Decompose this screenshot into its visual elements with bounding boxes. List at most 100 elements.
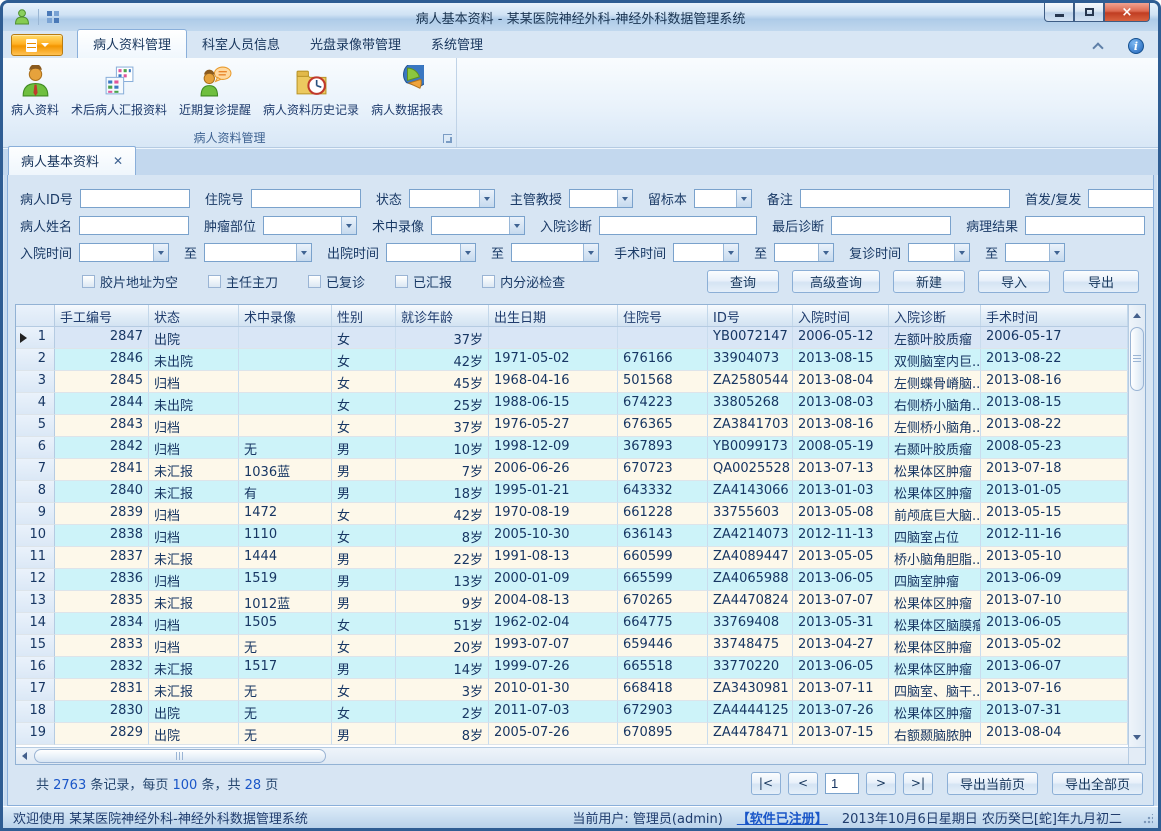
admission-diagnosis-input[interactable] bbox=[599, 216, 757, 235]
last-page-button[interactable]: >| bbox=[903, 772, 933, 795]
tab-close-icon[interactable]: ✕ bbox=[113, 155, 123, 167]
table-row[interactable]: 42844未出院女25岁1988-06-15674223338052682013… bbox=[16, 393, 1128, 415]
table-row[interactable]: 152833归档无女20岁1993-07-0765944633748475201… bbox=[16, 635, 1128, 657]
revisit-date-from[interactable] bbox=[908, 243, 970, 262]
column-header[interactable]: 术中录像 bbox=[239, 305, 332, 326]
vertical-scrollbar[interactable] bbox=[1128, 305, 1145, 747]
revisit-date-to[interactable] bbox=[1005, 243, 1065, 262]
film-address-empty-checkbox[interactable] bbox=[82, 275, 95, 288]
dialog-launcher-icon[interactable] bbox=[443, 134, 452, 143]
intraop-video-select[interactable] bbox=[431, 216, 525, 235]
vertical-scroll-thumb[interactable] bbox=[1130, 327, 1144, 391]
status-select[interactable] bbox=[409, 189, 495, 208]
column-header[interactable]: 入院诊断 bbox=[889, 305, 981, 326]
column-header[interactable]: ID号 bbox=[708, 305, 793, 326]
table-row[interactable]: 102838归档1110女8岁2005-10-30636143ZA4214073… bbox=[16, 525, 1128, 547]
first-recurrence-select[interactable] bbox=[1088, 189, 1154, 208]
patient-data-button[interactable]: 病人资料 bbox=[5, 62, 65, 121]
endocrine-exam-checkbox[interactable] bbox=[482, 275, 495, 288]
table-row[interactable]: 142834归档1505女51岁1962-02-0466477533769408… bbox=[16, 613, 1128, 635]
remark-input[interactable] bbox=[800, 189, 1010, 208]
table-cell: 归档 bbox=[149, 569, 239, 591]
patient-id-input[interactable] bbox=[80, 189, 190, 208]
admission-date-from[interactable] bbox=[79, 243, 169, 262]
close-button[interactable]: × bbox=[1104, 3, 1150, 22]
revisit-reminder-button[interactable]: 近期复诊提醒 bbox=[173, 62, 257, 121]
doc-tab-patient-basic-data[interactable]: 病人基本资料 ✕ bbox=[8, 146, 136, 175]
scroll-left-icon[interactable] bbox=[16, 748, 32, 764]
pie-chart-icon bbox=[391, 65, 424, 98]
minimize-button[interactable] bbox=[1044, 3, 1074, 22]
pathology-result-input[interactable] bbox=[1025, 216, 1145, 235]
table-row[interactable]: 192829出院无男8岁2005-07-26670895ZA4478471201… bbox=[16, 723, 1128, 745]
table-row[interactable]: 162832未汇报1517男14岁1999-07-266655183377022… bbox=[16, 657, 1128, 679]
column-header[interactable]: 性别 bbox=[332, 305, 396, 326]
table-cell: 男 bbox=[332, 459, 396, 481]
table-row[interactable]: 132835未汇报1012蓝男9岁2004-08-13670265ZA44708… bbox=[16, 591, 1128, 613]
table-cell: 2834 bbox=[55, 613, 149, 635]
discharge-date-from[interactable] bbox=[386, 243, 476, 262]
admission-date-to[interactable] bbox=[204, 243, 312, 262]
query-button[interactable]: 查询 bbox=[707, 270, 779, 293]
horizontal-scrollbar[interactable] bbox=[16, 747, 1128, 764]
table-row[interactable]: 182830出院无女2岁2011-07-03672903ZA4444125201… bbox=[16, 701, 1128, 723]
table-row[interactable]: 12847出院女37岁YB00721472006-05-12左额叶胶质瘤2006… bbox=[16, 327, 1128, 349]
scroll-up-icon[interactable] bbox=[1129, 307, 1145, 323]
surgery-date-to[interactable] bbox=[774, 243, 834, 262]
table-row[interactable]: 22846未出院女42岁1971-05-02676166339040732013… bbox=[16, 349, 1128, 371]
patient-name-input[interactable] bbox=[79, 216, 189, 235]
export-button[interactable]: 导出 bbox=[1063, 270, 1139, 293]
reported-checkbox[interactable] bbox=[395, 275, 408, 288]
final-diagnosis-input[interactable] bbox=[831, 216, 951, 235]
resize-grip[interactable] bbox=[1143, 814, 1153, 824]
table-row[interactable]: 52843归档女37岁1976-05-27676365ZA38417032013… bbox=[16, 415, 1128, 437]
patient-history-button[interactable]: 病人资料历史记录 bbox=[257, 62, 365, 121]
column-header[interactable]: 状态 bbox=[149, 305, 239, 326]
table-row[interactable]: 82840未汇报有男18岁1995-01-21643332ZA414306620… bbox=[16, 481, 1128, 503]
software-registered-link[interactable]: 【软件已注册】 bbox=[737, 808, 828, 827]
ribbon-tab-disc-management[interactable]: 光盘录像带管理 bbox=[295, 30, 416, 58]
table-row[interactable]: 32845归档女45岁1968-04-16501568ZA25805442013… bbox=[16, 371, 1128, 393]
import-button[interactable]: 导入 bbox=[978, 270, 1050, 293]
history-folder-clock-icon bbox=[295, 65, 328, 98]
ribbon-tab-system-management[interactable]: 系统管理 bbox=[416, 30, 498, 58]
column-header[interactable]: 就诊年龄 bbox=[396, 305, 489, 326]
discharge-date-to[interactable] bbox=[511, 243, 599, 262]
postop-report-data-button[interactable]: 术后病人汇报资料 bbox=[65, 62, 173, 121]
collapse-ribbon-icon[interactable] bbox=[1092, 42, 1103, 53]
table-row[interactable]: 112837未汇报1444男22岁1991-08-13660599ZA40894… bbox=[16, 547, 1128, 569]
column-header[interactable]: 手工编号 bbox=[55, 305, 149, 326]
column-header[interactable]: 入院时间 bbox=[793, 305, 889, 326]
application-menu-button[interactable] bbox=[11, 34, 63, 56]
new-button[interactable]: 新建 bbox=[893, 270, 965, 293]
tumor-site-select[interactable] bbox=[263, 216, 357, 235]
first-page-button[interactable]: |< bbox=[751, 772, 781, 795]
horizontal-scroll-thumb[interactable] bbox=[34, 749, 326, 763]
table-row[interactable]: 62842归档无男10岁1998-12-09367893YB0099173200… bbox=[16, 437, 1128, 459]
info-icon[interactable]: i bbox=[1128, 38, 1144, 54]
next-page-button[interactable]: > bbox=[866, 772, 896, 795]
chief-surgeon-checkbox[interactable] bbox=[208, 275, 221, 288]
table-row[interactable]: 92839归档1472女42岁1970-08-19661228337556032… bbox=[16, 503, 1128, 525]
page-number-input[interactable] bbox=[825, 773, 859, 794]
maximize-button[interactable] bbox=[1074, 3, 1104, 22]
ribbon-tab-patient-management[interactable]: 病人资料管理 bbox=[77, 29, 187, 58]
export-all-pages-button[interactable]: 导出全部页 bbox=[1052, 772, 1143, 795]
table-row[interactable]: 172831未汇报无女3岁2010-01-30668418ZA343098120… bbox=[16, 679, 1128, 701]
scroll-down-icon[interactable] bbox=[1129, 729, 1145, 745]
specimen-select[interactable] bbox=[694, 189, 752, 208]
prev-page-button[interactable]: < bbox=[788, 772, 818, 795]
column-header[interactable]: 出生日期 bbox=[489, 305, 618, 326]
revisited-checkbox[interactable] bbox=[308, 275, 321, 288]
table-row[interactable]: 122836归档1519男13岁2000-01-09665599ZA406598… bbox=[16, 569, 1128, 591]
patient-report-button[interactable]: 病人数据报表 bbox=[365, 62, 449, 121]
surgery-date-from[interactable] bbox=[673, 243, 739, 262]
column-header[interactable]: 手术时间 bbox=[981, 305, 1128, 326]
column-header[interactable]: 住院号 bbox=[618, 305, 708, 326]
table-row[interactable]: 72841未汇报1036蓝男7岁2006-06-26670723QA002552… bbox=[16, 459, 1128, 481]
inpatient-no-input[interactable] bbox=[251, 189, 361, 208]
advanced-query-button[interactable]: 高级查询 bbox=[792, 270, 880, 293]
export-current-page-button[interactable]: 导出当前页 bbox=[947, 772, 1038, 795]
professor-select[interactable] bbox=[569, 189, 633, 208]
ribbon-tab-staff-info[interactable]: 科室人员信息 bbox=[187, 30, 295, 58]
